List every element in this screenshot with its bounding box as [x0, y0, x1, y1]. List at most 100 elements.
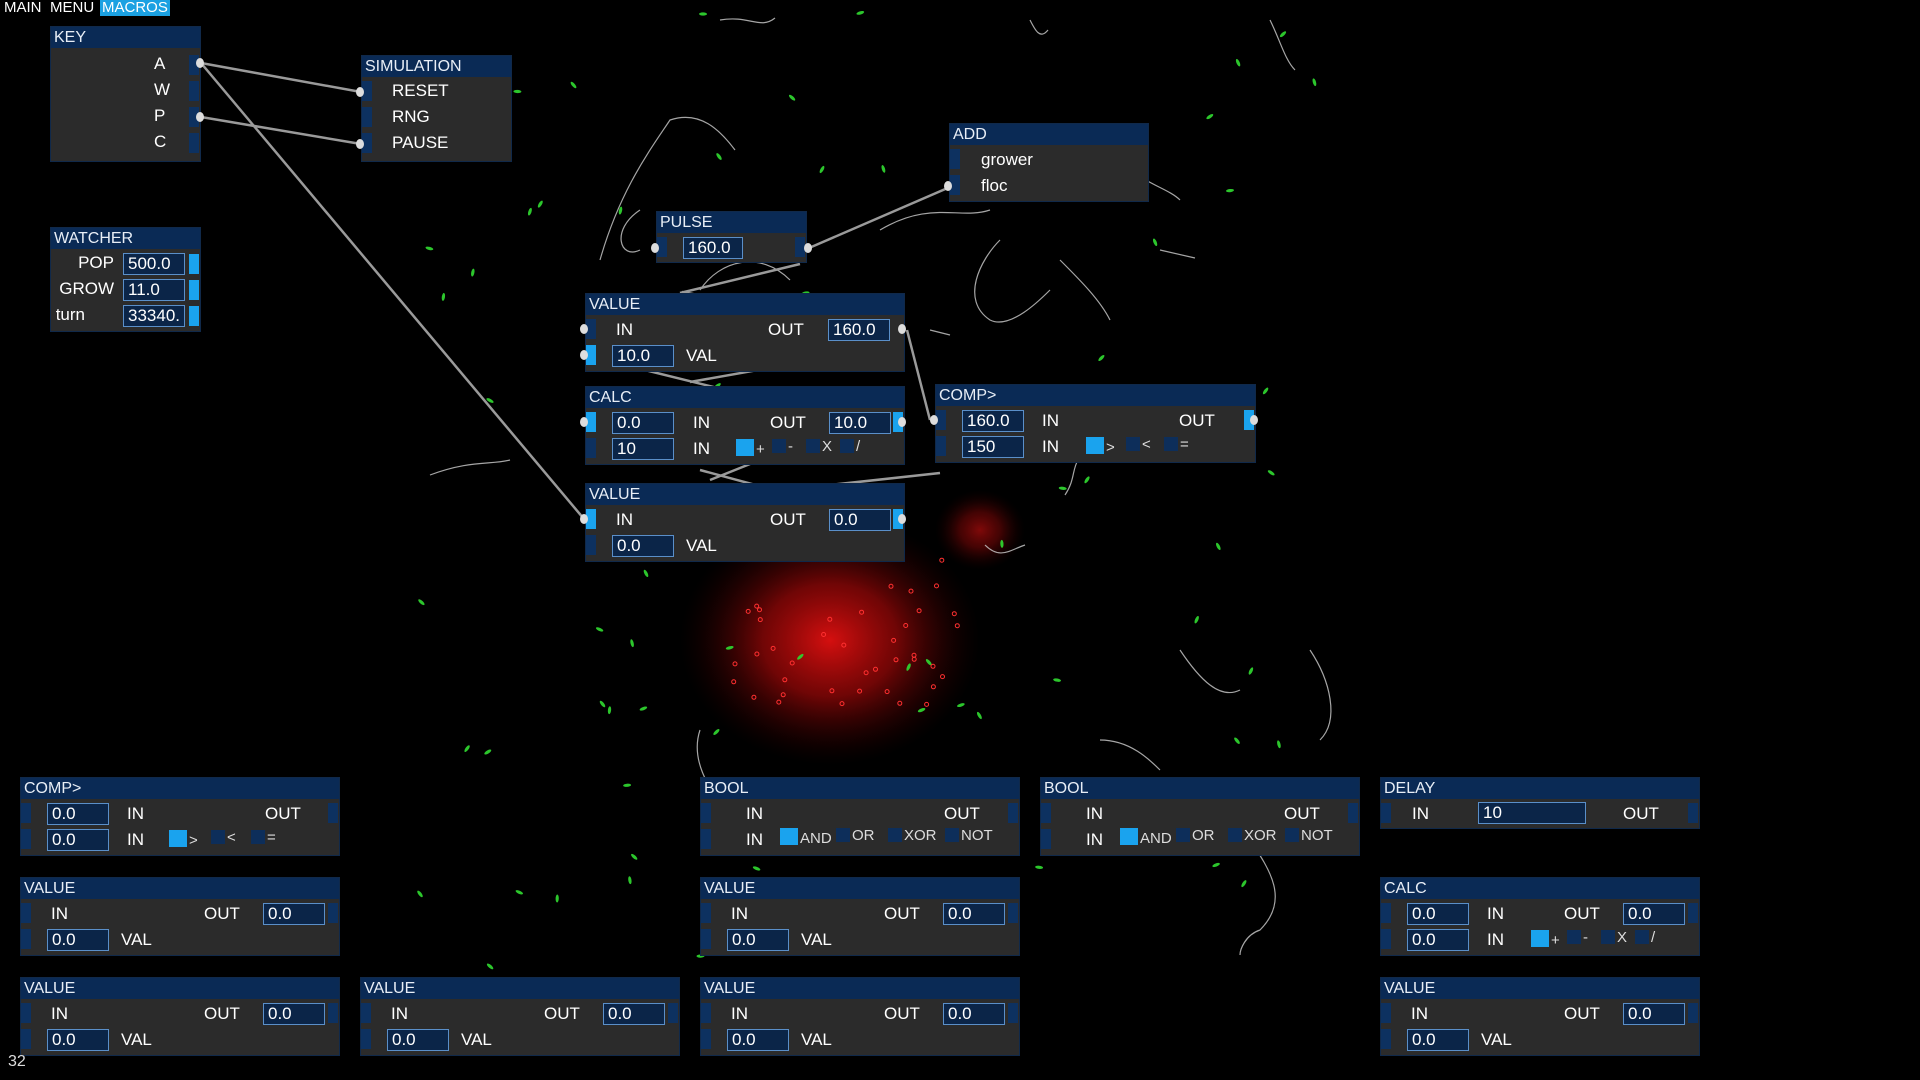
input-port-val[interactable]	[701, 929, 711, 949]
input-port-val[interactable]	[1381, 1029, 1391, 1049]
node-title[interactable]: KEY	[51, 27, 200, 48]
output-port[interactable]	[1688, 903, 1698, 923]
val-field[interactable]: 0.0	[727, 1029, 789, 1051]
op-or[interactable]: OR	[1176, 828, 1215, 844]
bool-node[interactable]: BOOL IN OUT IN AND OR XOR NOT	[1040, 777, 1360, 856]
value-node[interactable]: VALUE IN OUT 0.0 0.0 VAL	[20, 877, 340, 956]
output-port[interactable]	[328, 803, 338, 823]
node-title[interactable]: VALUE	[701, 978, 1019, 999]
comp-in2-field[interactable]: 0.0	[47, 829, 109, 851]
node-title[interactable]: DELAY	[1381, 778, 1699, 799]
delay-field[interactable]: 10	[1478, 802, 1586, 824]
input-port-2[interactable]	[21, 829, 31, 849]
input-port-in[interactable]	[1381, 1003, 1391, 1023]
calc-in1-field[interactable]: 0.0	[612, 412, 674, 434]
delay-node[interactable]: DELAY IN 10 OUT	[1380, 777, 1700, 829]
input-port-2[interactable]	[936, 436, 946, 456]
node-title[interactable]: CALC	[586, 387, 904, 408]
simulation-node[interactable]: SIMULATION RESET RNG PAUSE	[361, 55, 512, 162]
wire-endpoint[interactable]	[898, 417, 906, 427]
output-port[interactable]	[1688, 1003, 1698, 1023]
input-port-val[interactable]	[21, 929, 31, 949]
input-port-in[interactable]	[21, 1003, 31, 1023]
op-not[interactable]: NOT	[945, 828, 993, 844]
node-title[interactable]: VALUE	[361, 978, 679, 999]
op-multiply[interactable]: X	[1601, 930, 1627, 946]
val-field[interactable]: 0.0	[47, 1029, 109, 1051]
bool-node[interactable]: BOOL IN OUT IN AND OR XOR NOT	[700, 777, 1020, 856]
wire-endpoint[interactable]	[196, 58, 204, 68]
output-port-c[interactable]	[189, 133, 199, 153]
node-title[interactable]: COMP>	[936, 385, 1255, 406]
value-node[interactable]: VALUE IN OUT 0.0 0.0 VAL	[700, 977, 1020, 1056]
add-node[interactable]: ADD grower floc	[949, 123, 1149, 202]
op-subtract[interactable]: -	[1567, 930, 1588, 946]
input-port-2[interactable]	[586, 438, 596, 458]
node-title[interactable]: VALUE	[586, 294, 904, 315]
node-title[interactable]: VALUE	[1381, 978, 1699, 999]
output-port[interactable]	[328, 903, 338, 923]
wire-endpoint[interactable]	[804, 243, 812, 253]
watcher-port-turn[interactable]	[189, 306, 199, 326]
val-field[interactable]: 0.0	[1407, 1029, 1469, 1051]
input-port-in[interactable]	[21, 903, 31, 923]
wire-endpoint[interactable]	[1250, 415, 1258, 425]
input-port-1[interactable]	[1381, 903, 1391, 923]
node-title[interactable]: VALUE	[701, 878, 1019, 899]
input-port-val[interactable]	[701, 1029, 711, 1049]
input-port-val[interactable]	[361, 1029, 371, 1049]
val-field[interactable]: 0.0	[612, 535, 674, 557]
menu-main[interactable]: MAIN	[2, 0, 44, 16]
output-port[interactable]	[328, 1003, 338, 1023]
input-port[interactable]	[1381, 803, 1391, 823]
node-title[interactable]: VALUE	[586, 484, 904, 505]
calc-node[interactable]: CALC 0.0 IN OUT 10.0 10 IN + - X /	[585, 386, 905, 465]
wire-endpoint[interactable]	[898, 324, 906, 334]
comp-in1-field[interactable]: 0.0	[47, 803, 109, 825]
wire-endpoint[interactable]	[580, 417, 588, 427]
output-port[interactable]	[668, 1003, 678, 1023]
node-title[interactable]: PULSE	[657, 212, 806, 233]
node-title[interactable]: SIMULATION	[362, 56, 511, 77]
op-and[interactable]: AND	[780, 828, 832, 847]
op-not[interactable]: NOT	[1285, 828, 1333, 844]
op-greater[interactable]: >	[169, 830, 198, 849]
op-xor[interactable]: XOR	[1228, 828, 1277, 844]
comp-in1-field[interactable]: 160.0	[962, 410, 1024, 432]
wire-endpoint[interactable]	[944, 181, 952, 191]
op-divide[interactable]: /	[1635, 930, 1655, 946]
input-port-grower[interactable]	[950, 149, 960, 169]
input-port-in[interactable]	[361, 1003, 371, 1023]
op-equal[interactable]: =	[1164, 437, 1189, 453]
node-title[interactable]: ADD	[950, 124, 1148, 145]
node-title[interactable]: WATCHER	[51, 228, 200, 249]
op-greater[interactable]: >	[1086, 437, 1115, 456]
op-divide[interactable]: /	[840, 439, 860, 455]
input-port-2[interactable]	[1381, 929, 1391, 949]
wire-endpoint[interactable]	[651, 243, 659, 253]
value-node[interactable]: VALUE IN OUT 0.0 0.0 VAL	[585, 483, 905, 562]
node-title[interactable]: VALUE	[21, 878, 339, 899]
calc-in1-field[interactable]: 0.0	[1407, 903, 1469, 925]
op-subtract[interactable]: -	[772, 439, 793, 455]
node-title[interactable]: CALC	[1381, 878, 1699, 899]
value-node[interactable]: VALUE IN OUT 0.0 0.0 VAL	[360, 977, 680, 1056]
calc-in2-field[interactable]: 10	[612, 438, 674, 460]
op-and[interactable]: AND	[1120, 828, 1172, 847]
wire-endpoint[interactable]	[930, 415, 938, 425]
input-port-1[interactable]	[1041, 803, 1051, 823]
value-node[interactable]: VALUE IN OUT 0.0 0.0 VAL	[1380, 977, 1700, 1056]
val-field[interactable]: 0.0	[47, 929, 109, 951]
op-less[interactable]: <	[211, 830, 236, 846]
wire-endpoint[interactable]	[356, 139, 364, 149]
key-node[interactable]: KEY A W P C	[50, 26, 201, 162]
op-equal[interactable]: =	[251, 830, 276, 846]
wire-endpoint[interactable]	[898, 514, 906, 524]
input-port-val[interactable]	[586, 535, 596, 555]
op-less[interactable]: <	[1126, 437, 1151, 453]
watcher-port-pop[interactable]	[189, 254, 199, 274]
op-multiply[interactable]: X	[806, 439, 832, 455]
wire-endpoint[interactable]	[580, 514, 588, 524]
input-port-in[interactable]	[701, 1003, 711, 1023]
watcher-port-grow[interactable]	[189, 280, 199, 300]
